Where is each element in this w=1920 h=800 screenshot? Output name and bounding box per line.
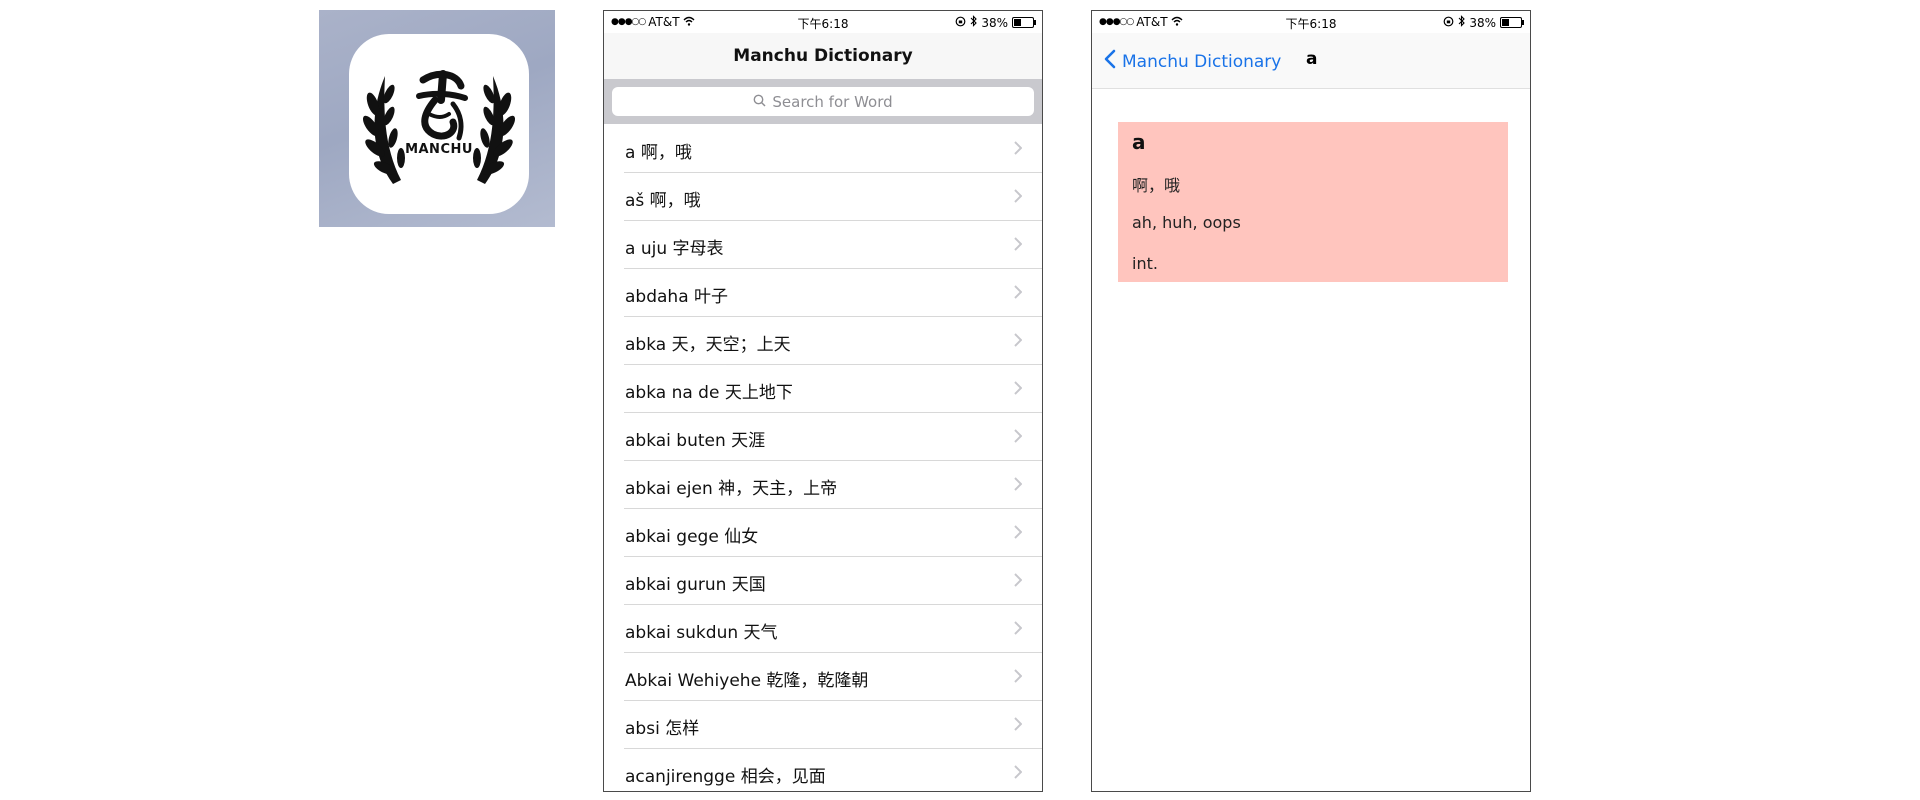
app-icon-tile: MANCHU (319, 10, 555, 227)
chevron-right-icon (1014, 620, 1023, 639)
list-item[interactable]: abkai gege 仙女 (604, 508, 1042, 557)
dictionary-list-screen: ●●●○○ AT&T 下午6:18 38% Manchu Dictionary … (603, 10, 1043, 792)
chevron-right-icon (1014, 428, 1023, 447)
search-input[interactable]: Search for Word (612, 87, 1034, 116)
battery-icon (1012, 17, 1036, 28)
battery-icon (1500, 17, 1524, 28)
list-item-label: abdaha 叶子 (625, 287, 729, 307)
battery-fill (1014, 19, 1021, 26)
list-item-label: abkai buten 天涯 (625, 431, 766, 451)
chevron-right-icon (1014, 140, 1023, 159)
list-item[interactable]: abdaha 叶子 (604, 268, 1042, 317)
status-bar: ●●●○○ AT&T 下午6:18 38% (1092, 11, 1530, 33)
list-item-label: abkai sukdun 天气 (625, 623, 778, 643)
status-bar: ●●●○○ AT&T 下午6:18 38% (604, 11, 1042, 33)
list-item[interactable]: a 啊，哦 (604, 124, 1042, 173)
list-item-label: aš 啊，哦 (625, 191, 701, 211)
list-item-label: abka 天，天空；上天 (625, 335, 791, 355)
chevron-right-icon (1014, 668, 1023, 687)
english-definition: ah, huh, oops (1132, 213, 1241, 232)
battery-percent: 38% (1469, 15, 1496, 30)
manchu-app-icon[interactable]: MANCHU (349, 34, 529, 214)
list-item[interactable]: acanjirengge 相会，见面 (604, 748, 1042, 791)
list-item-label: Abkai Wehiyehe 乾隆，乾隆朝 (625, 671, 869, 691)
chevron-right-icon (1014, 284, 1023, 303)
list-item[interactable]: abkai gurun 天国 (604, 556, 1042, 605)
search-placeholder: Search for Word (772, 92, 893, 111)
list-item-label: a uju 字母表 (625, 239, 724, 259)
list-item[interactable]: abka na de 天上地下 (604, 364, 1042, 413)
list-item-label: a 啊，哦 (625, 143, 692, 163)
nav-title: a (1306, 49, 1318, 69)
chevron-right-icon (1014, 332, 1023, 351)
list-item[interactable]: Abkai Wehiyehe 乾隆，乾隆朝 (604, 652, 1042, 701)
list-item[interactable]: abka 天，天空；上天 (604, 316, 1042, 365)
nav-bar: Manchu Dictionary a (1092, 33, 1530, 89)
chevron-right-icon (1014, 524, 1023, 543)
list-item-label: absi 怎样 (625, 719, 700, 739)
search-bar: Search for Word (604, 79, 1042, 124)
list-item[interactable]: a uju 字母表 (604, 220, 1042, 269)
battery-fill (1502, 19, 1509, 26)
back-button-label: Manchu Dictionary (1122, 51, 1282, 72)
list-item[interactable]: abkai ejen 神，天主，上帝 (604, 460, 1042, 509)
orientation-lock-icon (1443, 16, 1454, 30)
orientation-lock-icon (955, 16, 966, 30)
list-item-label: acanjirengge 相会，见面 (625, 767, 826, 787)
list-item[interactable]: aš 啊，哦 (604, 172, 1042, 221)
word-list: a 啊，哦 aš 啊，哦 a uju 字母表 abdaha 叶子 abka 天，… (604, 124, 1042, 791)
chinese-definition: 啊，哦 (1132, 176, 1181, 195)
chevron-right-icon (1014, 236, 1023, 255)
list-item[interactable]: absi 怎样 (604, 700, 1042, 749)
list-item-label: abka na de 天上地下 (625, 383, 793, 403)
word-detail-screen: ●●●○○ AT&T 下午6:18 38% Manchu Dictionary … (1091, 10, 1531, 792)
search-icon (753, 93, 766, 111)
headword: a (1132, 130, 1146, 154)
bluetooth-icon (970, 15, 978, 30)
chevron-right-icon (1014, 188, 1023, 207)
chevron-right-icon (1014, 380, 1023, 399)
nav-bar: Manchu Dictionary (604, 33, 1042, 79)
part-of-speech: int. (1132, 254, 1158, 273)
chevron-left-icon (1104, 49, 1116, 74)
chevron-right-icon (1014, 764, 1023, 783)
battery-percent: 38% (981, 15, 1008, 30)
laurel-logo-icon (362, 70, 516, 184)
list-item[interactable]: abkai buten 天涯 (604, 412, 1042, 461)
list-item-label: abkai gege 仙女 (625, 527, 759, 547)
chevron-right-icon (1014, 572, 1023, 591)
list-item-label: abkai gurun 天国 (625, 575, 766, 595)
chevron-right-icon (1014, 716, 1023, 735)
bluetooth-icon (1458, 15, 1466, 30)
chevron-right-icon (1014, 476, 1023, 495)
back-button[interactable]: Manchu Dictionary (1104, 49, 1281, 74)
nav-title: Manchu Dictionary (733, 46, 913, 66)
app-icon-label: MANCHU (405, 142, 473, 157)
list-item[interactable]: abkai sukdun 天气 (604, 604, 1042, 653)
definition-card: a 啊，哦 ah, huh, oops int. (1118, 122, 1508, 282)
list-item-label: abkai ejen 神，天主，上帝 (625, 479, 838, 499)
